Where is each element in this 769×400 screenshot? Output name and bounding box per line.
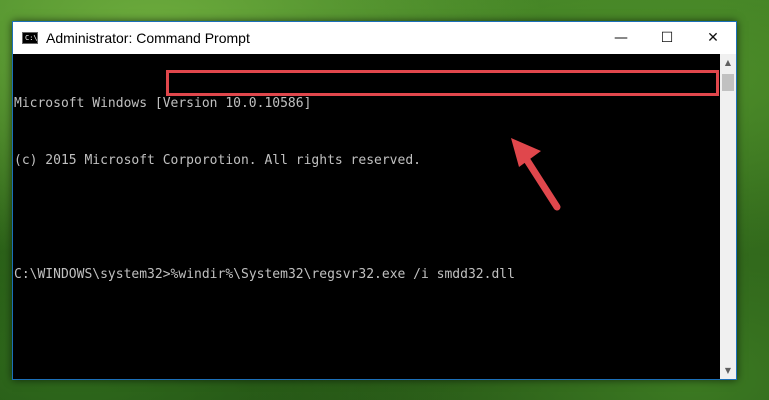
scroll-down-icon[interactable]: ▼	[720, 362, 736, 379]
command-text[interactable]: %windir%\System32\regsvr32.exe /i smdd32…	[171, 265, 515, 284]
prompt-text: C:\WINDOWS\system32>	[14, 267, 171, 282]
copyright-line: (c) 2015 Microsoft Corporotion. All righ…	[14, 153, 421, 168]
scroll-up-icon[interactable]: ▲	[720, 54, 736, 71]
scrollbar-thumb[interactable]	[722, 74, 734, 91]
window-controls: — ☐ ✕	[598, 22, 736, 54]
version-line: Microsoft Windows [Version 10.0.10586]	[14, 96, 312, 111]
command-prompt-window[interactable]: C:\ Administrator: Command Prompt — ☐ ✕ …	[12, 21, 737, 380]
vertical-scrollbar[interactable]: ▲ ▼	[720, 54, 736, 379]
close-icon: ✕	[707, 30, 719, 46]
maximize-icon: ☐	[660, 30, 674, 46]
window-title: Administrator: Command Prompt	[46, 30, 250, 46]
cmd-icon: C:\	[22, 32, 38, 44]
minimize-icon: —	[614, 30, 628, 46]
console-output[interactable]: Microsoft Windows [Version 10.0.10586] (…	[13, 54, 721, 379]
cmd-icon-text: C:\	[25, 34, 38, 42]
maximize-button[interactable]: ☐	[644, 22, 690, 54]
title-bar[interactable]: C:\ Administrator: Command Prompt — ☐ ✕	[13, 22, 736, 54]
annotation-arrow-icon	[511, 138, 561, 211]
close-button[interactable]: ✕	[690, 22, 736, 54]
prompt-line[interactable]: C:\WINDOWS\system32> %windir%\System32\re…	[14, 265, 721, 284]
minimize-button[interactable]: —	[598, 22, 644, 54]
